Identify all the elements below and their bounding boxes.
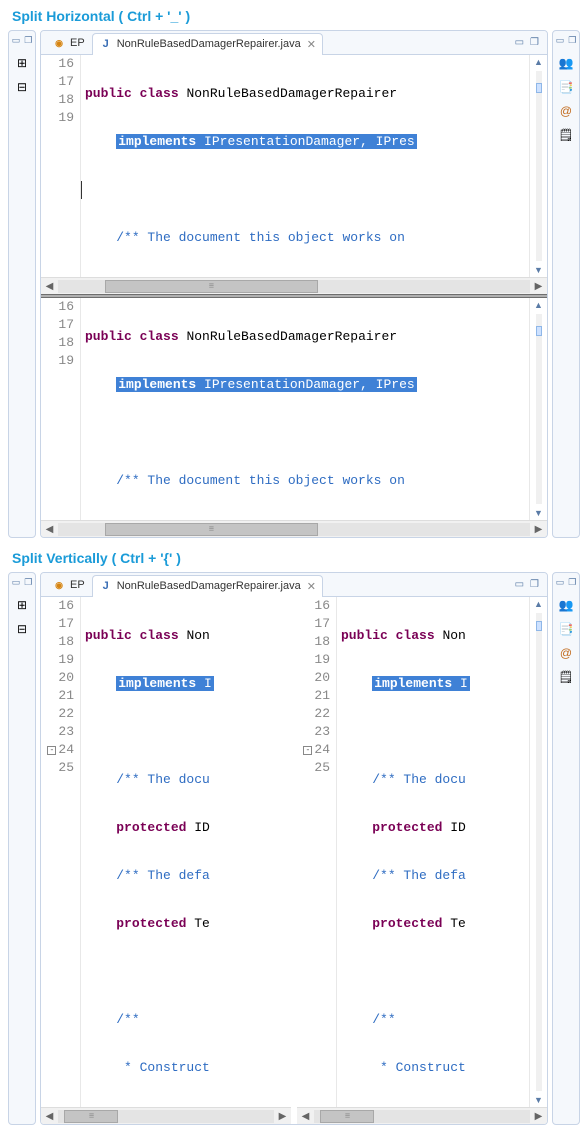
- editor-pane-vertical: ◉ EP J NonRuleBasedDamagerRepairer.java …: [40, 572, 548, 1125]
- layout-icon-2[interactable]: ⊟: [13, 620, 31, 638]
- toolbar-window-controls: ▭ ❐: [12, 577, 33, 588]
- at-icon[interactable]: @: [557, 102, 575, 120]
- notes-icon[interactable]: 🗒: [557, 668, 575, 686]
- split-row: 1617 1819 2021 2223 -24 25 public class …: [41, 597, 547, 1124]
- code-area[interactable]: public class NonRuleBasedDamagerRepairer…: [81, 55, 529, 277]
- tab-file-active[interactable]: J NonRuleBasedDamagerRepairer.java ✕: [92, 33, 323, 55]
- code-area[interactable]: public class Non implements I /** The do…: [337, 597, 529, 1107]
- horizontal-scrollbar[interactable]: ◀ ▶: [41, 277, 547, 294]
- overview-ruler[interactable]: ▲ ▼: [529, 298, 547, 520]
- ep-icon: ◉: [52, 36, 66, 50]
- workspace-horizontal: ▭ ❐ ⊞ ⊟ ◉ EP J NonRuleBasedDamagerRepair…: [4, 30, 584, 546]
- tasks-icon[interactable]: 📑: [557, 620, 575, 638]
- horizontal-scrollbar[interactable]: ◀ ▶: [41, 1107, 291, 1124]
- tab-bar: ◉ EP J NonRuleBasedDamagerRepairer.java …: [41, 573, 547, 597]
- toolbar-window-controls: ▭ ❐: [556, 577, 577, 588]
- minimize-icon[interactable]: ▭: [556, 577, 565, 588]
- line-gutter: 1617 1819 2021 2223 -24 25: [41, 597, 81, 1107]
- line-gutter: 16 17 18 19: [41, 298, 81, 520]
- minimize-icon[interactable]: ▭: [556, 35, 565, 46]
- java-file-icon: J: [99, 579, 113, 593]
- pane-window-controls: ▭ ❐: [515, 579, 543, 590]
- close-icon[interactable]: ✕: [307, 580, 316, 593]
- scroll-right-icon[interactable]: ▶: [530, 281, 547, 292]
- maximize-icon[interactable]: ❐: [530, 579, 539, 590]
- tab-bar: ◉ EP J NonRuleBasedDamagerRepairer.java …: [41, 31, 547, 55]
- scroll-up-icon[interactable]: ▲: [534, 300, 543, 310]
- overview-ruler[interactable]: ▲ ▼: [529, 55, 547, 277]
- tab-file-label: NonRuleBasedDamagerRepairer.java: [117, 38, 301, 50]
- toolbar-window-controls: ▭ ❐: [556, 35, 577, 46]
- section-title-horizontal: Split Horizontal ( Ctrl + '_' ): [4, 4, 584, 30]
- scroll-left-icon[interactable]: ◀: [41, 281, 58, 292]
- tasks-icon[interactable]: 📑: [557, 78, 575, 96]
- scroll-right-icon[interactable]: ▶: [274, 1111, 291, 1122]
- toolbar-window-controls: ▭ ❐: [12, 35, 33, 46]
- scroll-down-icon[interactable]: ▼: [534, 265, 543, 275]
- scroll-left-icon[interactable]: ◀: [41, 1111, 58, 1122]
- scroll-left-icon[interactable]: ◀: [41, 524, 58, 535]
- right-toolbar: ▭ ❐ 👥 📑 @ 🗒: [552, 572, 580, 1125]
- editor-left: 1617 1819 2021 2223 -24 25 public class …: [41, 597, 291, 1124]
- layout-icon-1[interactable]: ⊞: [13, 596, 31, 614]
- editor-bottom: 16 17 18 19 public class NonRuleBasedDam…: [41, 298, 547, 520]
- workspace-vertical: ▭ ❐ ⊞ ⊟ ◉ EP J NonRuleBasedDamagerRepair…: [4, 572, 584, 1133]
- scroll-up-icon[interactable]: ▲: [534, 57, 543, 67]
- code-area[interactable]: public class Non implements I /** The do…: [81, 597, 291, 1107]
- notes-icon[interactable]: 🗒: [557, 126, 575, 144]
- at-icon[interactable]: @: [557, 644, 575, 662]
- pane-window-controls: ▭ ❐: [515, 37, 543, 48]
- restore-icon[interactable]: ❐: [24, 577, 32, 588]
- fold-icon[interactable]: -: [47, 746, 56, 755]
- restore-icon[interactable]: ❐: [568, 577, 576, 588]
- maximize-icon[interactable]: ❐: [530, 37, 539, 48]
- scroll-right-icon[interactable]: ▶: [530, 1111, 547, 1122]
- horizontal-scrollbar[interactable]: ◀ ▶: [41, 520, 547, 537]
- scroll-right-icon[interactable]: ▶: [530, 524, 547, 535]
- right-toolbar: ▭ ❐ 👥 📑 @ 🗒: [552, 30, 580, 538]
- tab-ep-label: EP: [70, 579, 85, 591]
- section-title-vertical: Split Vertically ( Ctrl + '{' ): [4, 546, 584, 572]
- overview-ruler[interactable]: ▲ ▼: [529, 597, 547, 1107]
- minimize-icon[interactable]: ▭: [515, 579, 524, 590]
- tab-ep-label: EP: [70, 37, 85, 49]
- line-gutter: 16 17 18 19: [41, 55, 81, 277]
- minimize-icon[interactable]: ▭: [515, 37, 524, 48]
- layout-icon-2[interactable]: ⊟: [13, 78, 31, 96]
- tab-ep[interactable]: ◉ EP: [45, 574, 92, 596]
- close-icon[interactable]: ✕: [307, 38, 316, 51]
- tab-ep[interactable]: ◉ EP: [45, 32, 92, 54]
- team-icon[interactable]: 👥: [557, 596, 575, 614]
- code-area[interactable]: public class NonRuleBasedDamagerRepairer…: [81, 298, 529, 520]
- fold-icon[interactable]: -: [303, 746, 312, 755]
- ep-icon: ◉: [52, 578, 66, 592]
- left-toolbar: ▭ ❐ ⊞ ⊟: [8, 572, 36, 1125]
- tab-file-active[interactable]: J NonRuleBasedDamagerRepairer.java ✕: [92, 575, 323, 597]
- restore-icon[interactable]: ❐: [568, 35, 576, 46]
- tab-file-label: NonRuleBasedDamagerRepairer.java: [117, 580, 301, 592]
- java-file-icon: J: [99, 37, 113, 51]
- line-gutter: 1617 1819 2021 2223 -24 25: [297, 597, 337, 1107]
- minimize-icon[interactable]: ▭: [12, 577, 21, 588]
- horizontal-scrollbar[interactable]: ◀ ▶: [297, 1107, 547, 1124]
- scroll-up-icon[interactable]: ▲: [534, 599, 543, 609]
- left-toolbar: ▭ ❐ ⊞ ⊟: [8, 30, 36, 538]
- layout-icon-1[interactable]: ⊞: [13, 54, 31, 72]
- restore-icon[interactable]: ❐: [24, 35, 32, 46]
- team-icon[interactable]: 👥: [557, 54, 575, 72]
- scroll-left-icon[interactable]: ◀: [297, 1111, 314, 1122]
- scroll-down-icon[interactable]: ▼: [534, 508, 543, 518]
- editor-right: 1617 1819 2021 2223 -24 25 public class …: [297, 597, 547, 1124]
- scroll-down-icon[interactable]: ▼: [534, 1095, 543, 1105]
- minimize-icon[interactable]: ▭: [12, 35, 21, 46]
- editor-pane-horizontal: ◉ EP J NonRuleBasedDamagerRepairer.java …: [40, 30, 548, 538]
- editor-top: 16 17 18 19 public class NonRuleBasedDam…: [41, 55, 547, 277]
